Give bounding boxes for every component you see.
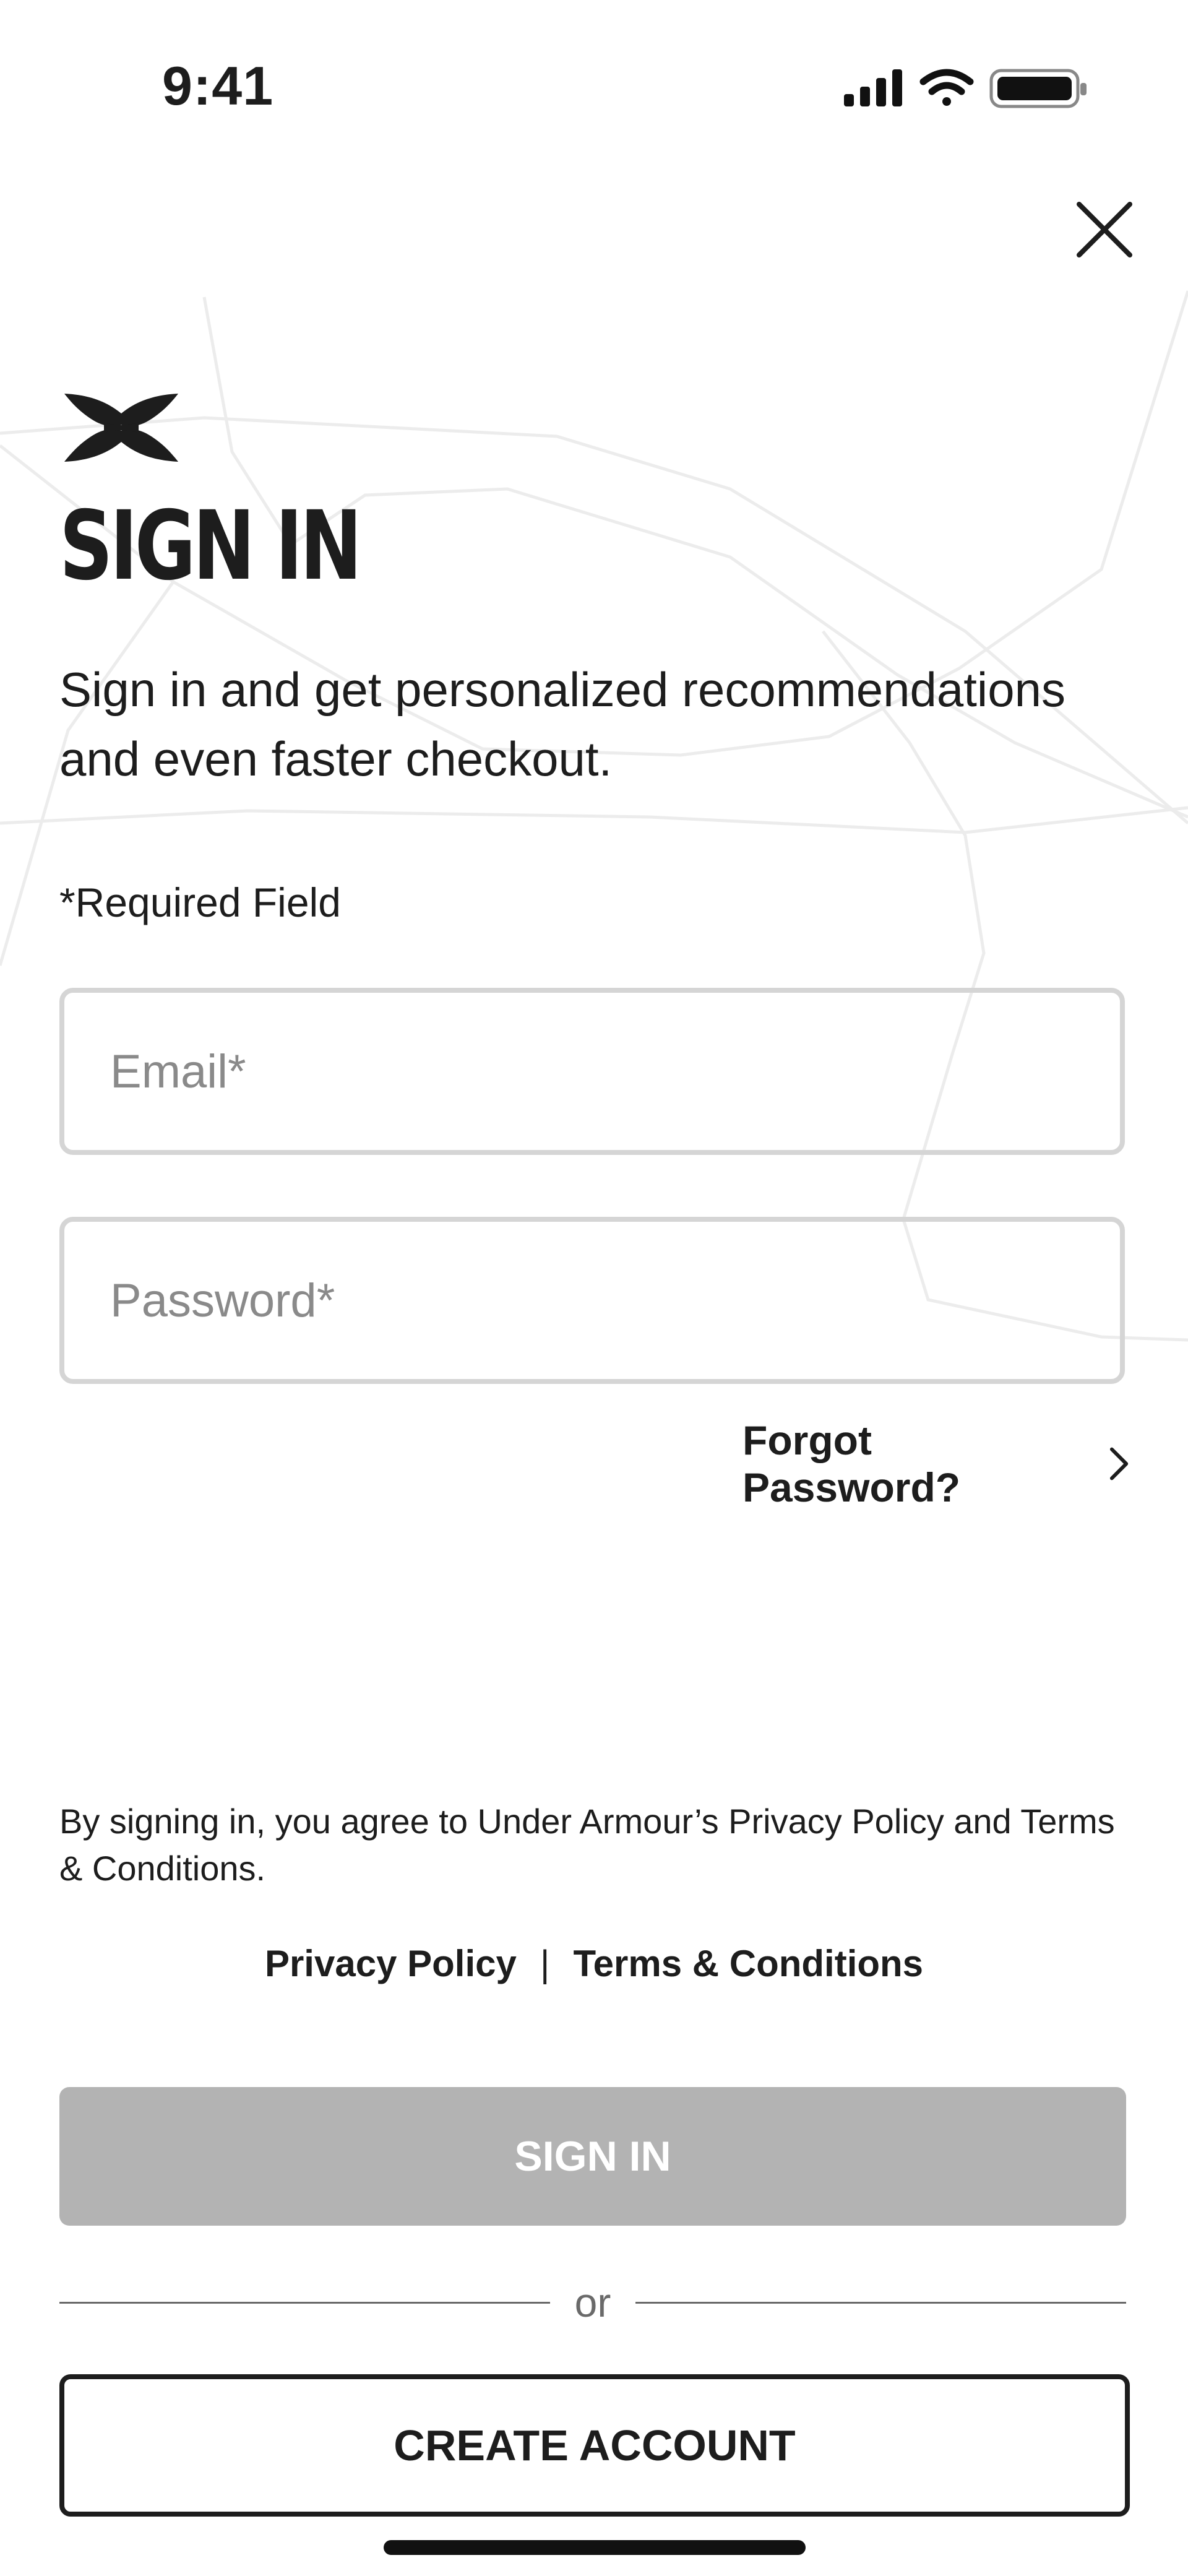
page-title: SIGN IN	[59, 491, 362, 602]
password-input[interactable]	[64, 1222, 1120, 1379]
cellular-signal-icon	[844, 69, 902, 106]
required-field-note: *Required Field	[59, 880, 341, 925]
password-field[interactable]	[59, 1217, 1125, 1384]
forgot-password-link[interactable]: Forgot Password?	[742, 1417, 1130, 1510]
or-divider: or	[59, 2278, 1126, 2327]
divider-line-left	[59, 2301, 550, 2304]
status-icons	[844, 69, 1087, 108]
wifi-icon	[919, 69, 974, 106]
email-field[interactable]	[59, 988, 1125, 1155]
close-button[interactable]	[1074, 199, 1135, 260]
terms-conditions-link[interactable]: Terms & Conditions	[573, 1942, 923, 1985]
link-separator: |	[540, 1943, 550, 1984]
sign-in-button[interactable]: SIGN IN	[59, 2087, 1126, 2226]
status-time: 9:41	[162, 55, 274, 116]
create-account-button[interactable]: CREATE ACCOUNT	[59, 2374, 1130, 2517]
legal-links: Privacy Policy | Terms & Conditions	[0, 1942, 1188, 1985]
or-text: or	[574, 2280, 611, 2325]
home-indicator[interactable]	[384, 2540, 806, 2555]
under-armour-logo-icon	[64, 394, 178, 462]
page-subtitle: Sign in and get personalized recommendat…	[59, 662, 1066, 786]
battery-icon	[989, 69, 1087, 108]
agreement-text: By signing in, you agree to Under Armour…	[59, 1802, 1115, 1888]
chevron-right-icon	[1109, 1447, 1129, 1480]
forgot-password-label: Forgot Password?	[742, 1417, 961, 1510]
divider-line-right	[635, 2301, 1126, 2304]
privacy-policy-link[interactable]: Privacy Policy	[265, 1942, 517, 1985]
email-input[interactable]	[64, 993, 1120, 1150]
close-icon	[1077, 202, 1132, 257]
